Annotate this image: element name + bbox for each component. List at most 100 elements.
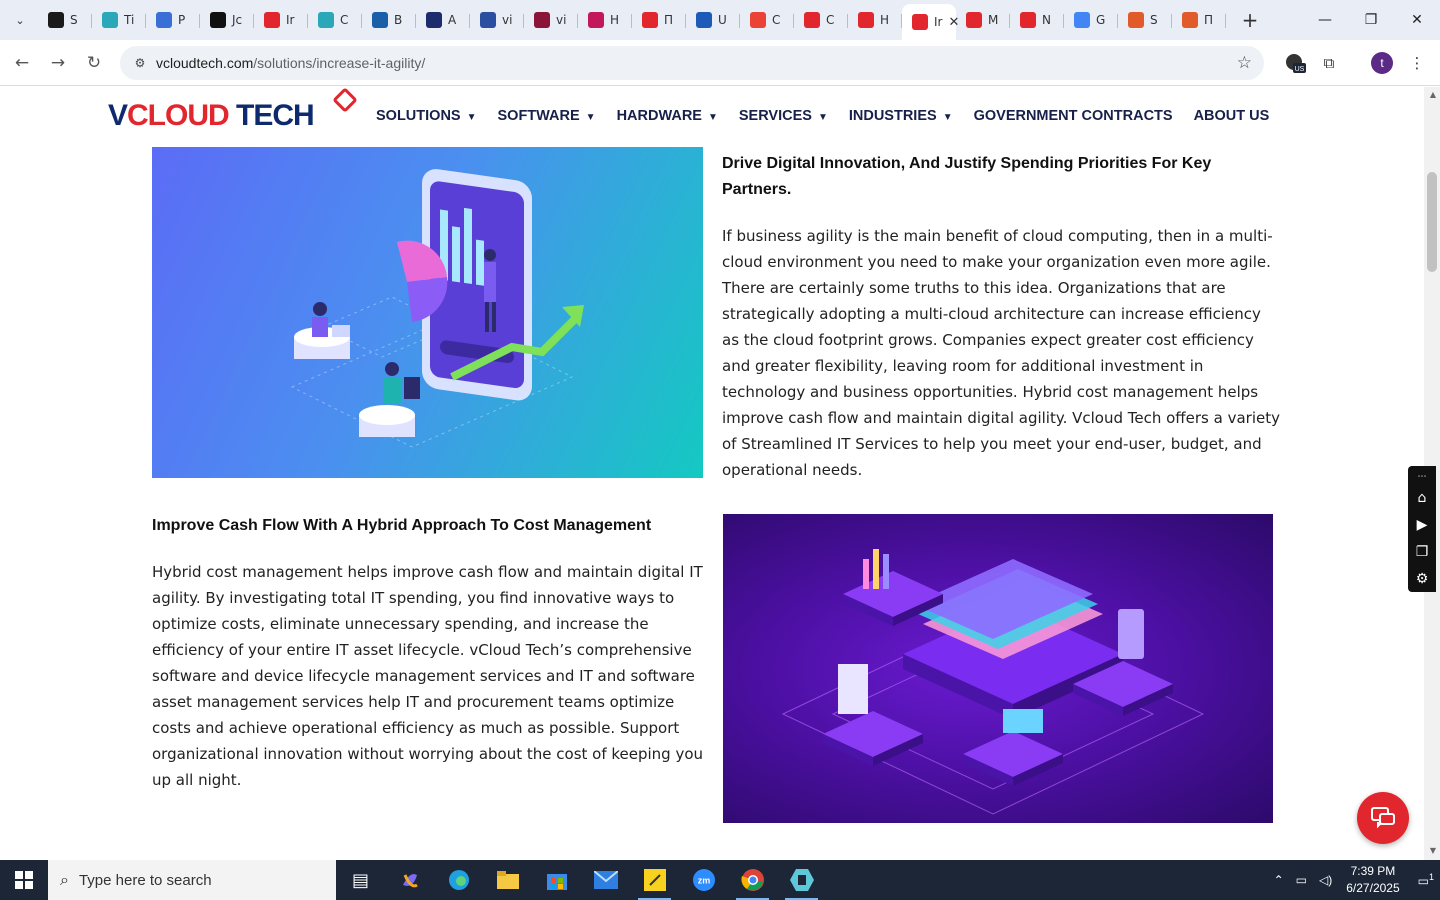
clock-time: 7:39 PM xyxy=(1350,864,1396,878)
edge-browser-icon[interactable] xyxy=(434,860,483,900)
browser-tab[interactable]: P xyxy=(146,4,200,36)
isometric-platform-illustration xyxy=(723,514,1273,823)
file-explorer-icon[interactable] xyxy=(483,860,532,900)
browser-tab[interactable]: vi xyxy=(470,4,524,36)
mail-icon[interactable] xyxy=(581,860,630,900)
nav-item-label: HARDWARE xyxy=(616,108,702,124)
settings-gear-icon[interactable]: ⚙ xyxy=(1416,565,1429,592)
tab-favicon-icon xyxy=(372,12,388,28)
nav-item-software[interactable]: SOFTWARE ▼ xyxy=(498,108,596,124)
nav-item-services[interactable]: SERVICES ▼ xyxy=(739,108,828,124)
browser-tab[interactable]: П xyxy=(632,4,686,36)
scrollbar-thumb[interactable] xyxy=(1427,172,1437,272)
url-text[interactable]: vcloudtech.com/solutions/increase-it-agi… xyxy=(156,55,425,71)
browser-tab[interactable]: A xyxy=(416,4,470,36)
tab-favicon-icon xyxy=(912,14,928,30)
camera-icon[interactable]: ⌂ xyxy=(1418,484,1427,511)
scroll-down-icon[interactable]: ▼ xyxy=(1430,846,1436,855)
tab-favicon-icon xyxy=(1074,12,1090,28)
nav-item-about-us[interactable]: ABOUT US xyxy=(1194,108,1270,124)
address-toolbar: ← → ↻ ⚙ vcloudtech.com/solutions/increas… xyxy=(0,40,1440,86)
site-info-icon[interactable]: ⚙ xyxy=(132,55,148,71)
browser-tab[interactable]: Ti xyxy=(92,4,146,36)
caret-down-icon: ▼ xyxy=(466,112,477,123)
browser-tab[interactable]: П xyxy=(1172,4,1226,36)
browser-tab[interactable]: S xyxy=(38,4,92,36)
video-camera-icon[interactable]: ▶ xyxy=(1417,511,1428,538)
caret-down-icon: ▼ xyxy=(817,112,828,123)
omnibox[interactable]: ⚙ vcloudtech.com/solutions/increase-it-a… xyxy=(120,46,1264,80)
copilot-icon[interactable] xyxy=(385,860,434,900)
tab-label: M xyxy=(988,13,999,27)
browser-tab[interactable]: Ir ✕ xyxy=(902,4,959,40)
extensions-puzzle-icon[interactable]: ⧉ xyxy=(1316,50,1342,76)
browser-tab[interactable]: Ir xyxy=(254,4,308,36)
volume-icon[interactable]: ◁) xyxy=(1319,873,1332,887)
forward-icon[interactable]: → xyxy=(40,45,76,81)
section1-body: If business agility is the main benefit … xyxy=(722,227,1280,479)
chrome-icon[interactable] xyxy=(728,860,777,900)
bookmark-star-icon[interactable]: ☆ xyxy=(1237,53,1252,73)
browser-tab[interactable]: U xyxy=(686,4,740,36)
tab-favicon-icon xyxy=(858,12,874,28)
translate-extension-icon[interactable]: US xyxy=(1282,50,1308,76)
browser-tab[interactable]: C xyxy=(740,4,794,36)
browser-tab[interactable]: C xyxy=(794,4,848,36)
nav-item-label: GOVERNMENT CONTRACTS xyxy=(973,108,1173,124)
back-icon[interactable]: ← xyxy=(4,45,40,81)
browser-tab[interactable]: B xyxy=(362,4,416,36)
microsoft-store-icon[interactable] xyxy=(532,860,581,900)
tab-favicon-icon xyxy=(1128,12,1144,28)
tab-favicon-icon xyxy=(642,12,658,28)
app-diamond-icon[interactable] xyxy=(777,860,826,900)
tab-favicon-icon xyxy=(102,12,118,28)
tab-label: A xyxy=(448,13,457,27)
nav-item-government-contracts[interactable]: GOVERNMENT CONTRACTS xyxy=(974,108,1173,124)
browser-tab[interactable]: vi xyxy=(524,4,578,36)
logo-tag-icon xyxy=(332,87,358,113)
reload-icon[interactable]: ↻ xyxy=(76,45,112,81)
nav-item-industries[interactable]: INDUSTRIES ▼ xyxy=(849,108,953,124)
tab-favicon-icon xyxy=(426,12,442,28)
clock-date: 6/27/2025 xyxy=(1346,881,1400,895)
show-hidden-icons-icon[interactable]: ⌃ xyxy=(1274,873,1284,887)
section2-heading: Improve Cash Flow With A Hybrid Approach… xyxy=(152,517,652,534)
browser-tab[interactable]: H xyxy=(578,4,632,36)
nav-item-hardware[interactable]: HARDWARE ▼ xyxy=(617,108,718,124)
taskbar-search-box[interactable]: ⌕ Type here to search xyxy=(48,860,336,900)
sticky-notes-icon[interactable] xyxy=(630,860,679,900)
browser-tab[interactable]: G xyxy=(1064,4,1118,36)
taskbar-clock[interactable]: 7:39 PM 6/27/2025 xyxy=(1346,863,1399,897)
close-window-icon[interactable]: ✕ xyxy=(1394,0,1440,40)
window-capture-icon[interactable]: ❐ xyxy=(1416,538,1429,565)
browser-tab[interactable]: C xyxy=(308,4,362,36)
browser-tab[interactable]: S xyxy=(1118,4,1172,36)
notifications-icon[interactable]: ▭1 xyxy=(1418,872,1434,888)
zoom-icon[interactable]: zm xyxy=(679,860,728,900)
browser-tab[interactable]: Jc xyxy=(200,4,254,36)
svg-text:zm: zm xyxy=(697,876,710,886)
browser-tab[interactable]: N xyxy=(1010,4,1064,36)
windows-start-button[interactable] xyxy=(0,860,48,900)
tab-label: Ti xyxy=(124,13,135,27)
system-tray: ⌃ ▭ ◁) 7:39 PM 6/27/2025 ▭1 xyxy=(1268,860,1440,900)
live-chat-button[interactable] xyxy=(1357,792,1409,844)
tab-favicon-icon xyxy=(264,12,280,28)
tab-label: B xyxy=(394,13,403,27)
nav-item-label: SOFTWARE xyxy=(497,108,580,124)
browser-menu-icon[interactable]: ⋮ xyxy=(1404,50,1430,76)
minimize-icon[interactable]: — xyxy=(1302,0,1348,40)
browser-tab[interactable]: M xyxy=(956,4,1010,36)
network-icon[interactable]: ▭ xyxy=(1296,873,1307,887)
maximize-icon[interactable]: ❐ xyxy=(1348,0,1394,40)
task-view-icon[interactable]: ▤ xyxy=(336,860,385,900)
new-tab-button[interactable]: + xyxy=(1236,8,1264,32)
toolbar-handle-icon[interactable]: ⋯ xyxy=(1418,470,1427,484)
tab-label: Ir xyxy=(286,13,295,27)
scroll-up-icon[interactable]: ▲ xyxy=(1430,90,1436,99)
tab-search-icon[interactable]: ⌄ xyxy=(6,6,34,34)
nav-item-solutions[interactable]: SOLUTIONS ▼ xyxy=(376,108,477,124)
site-logo[interactable]: VCLOUD TECH xyxy=(108,99,315,133)
profile-avatar[interactable]: t xyxy=(1369,50,1395,76)
browser-tab[interactable]: H xyxy=(848,4,902,36)
